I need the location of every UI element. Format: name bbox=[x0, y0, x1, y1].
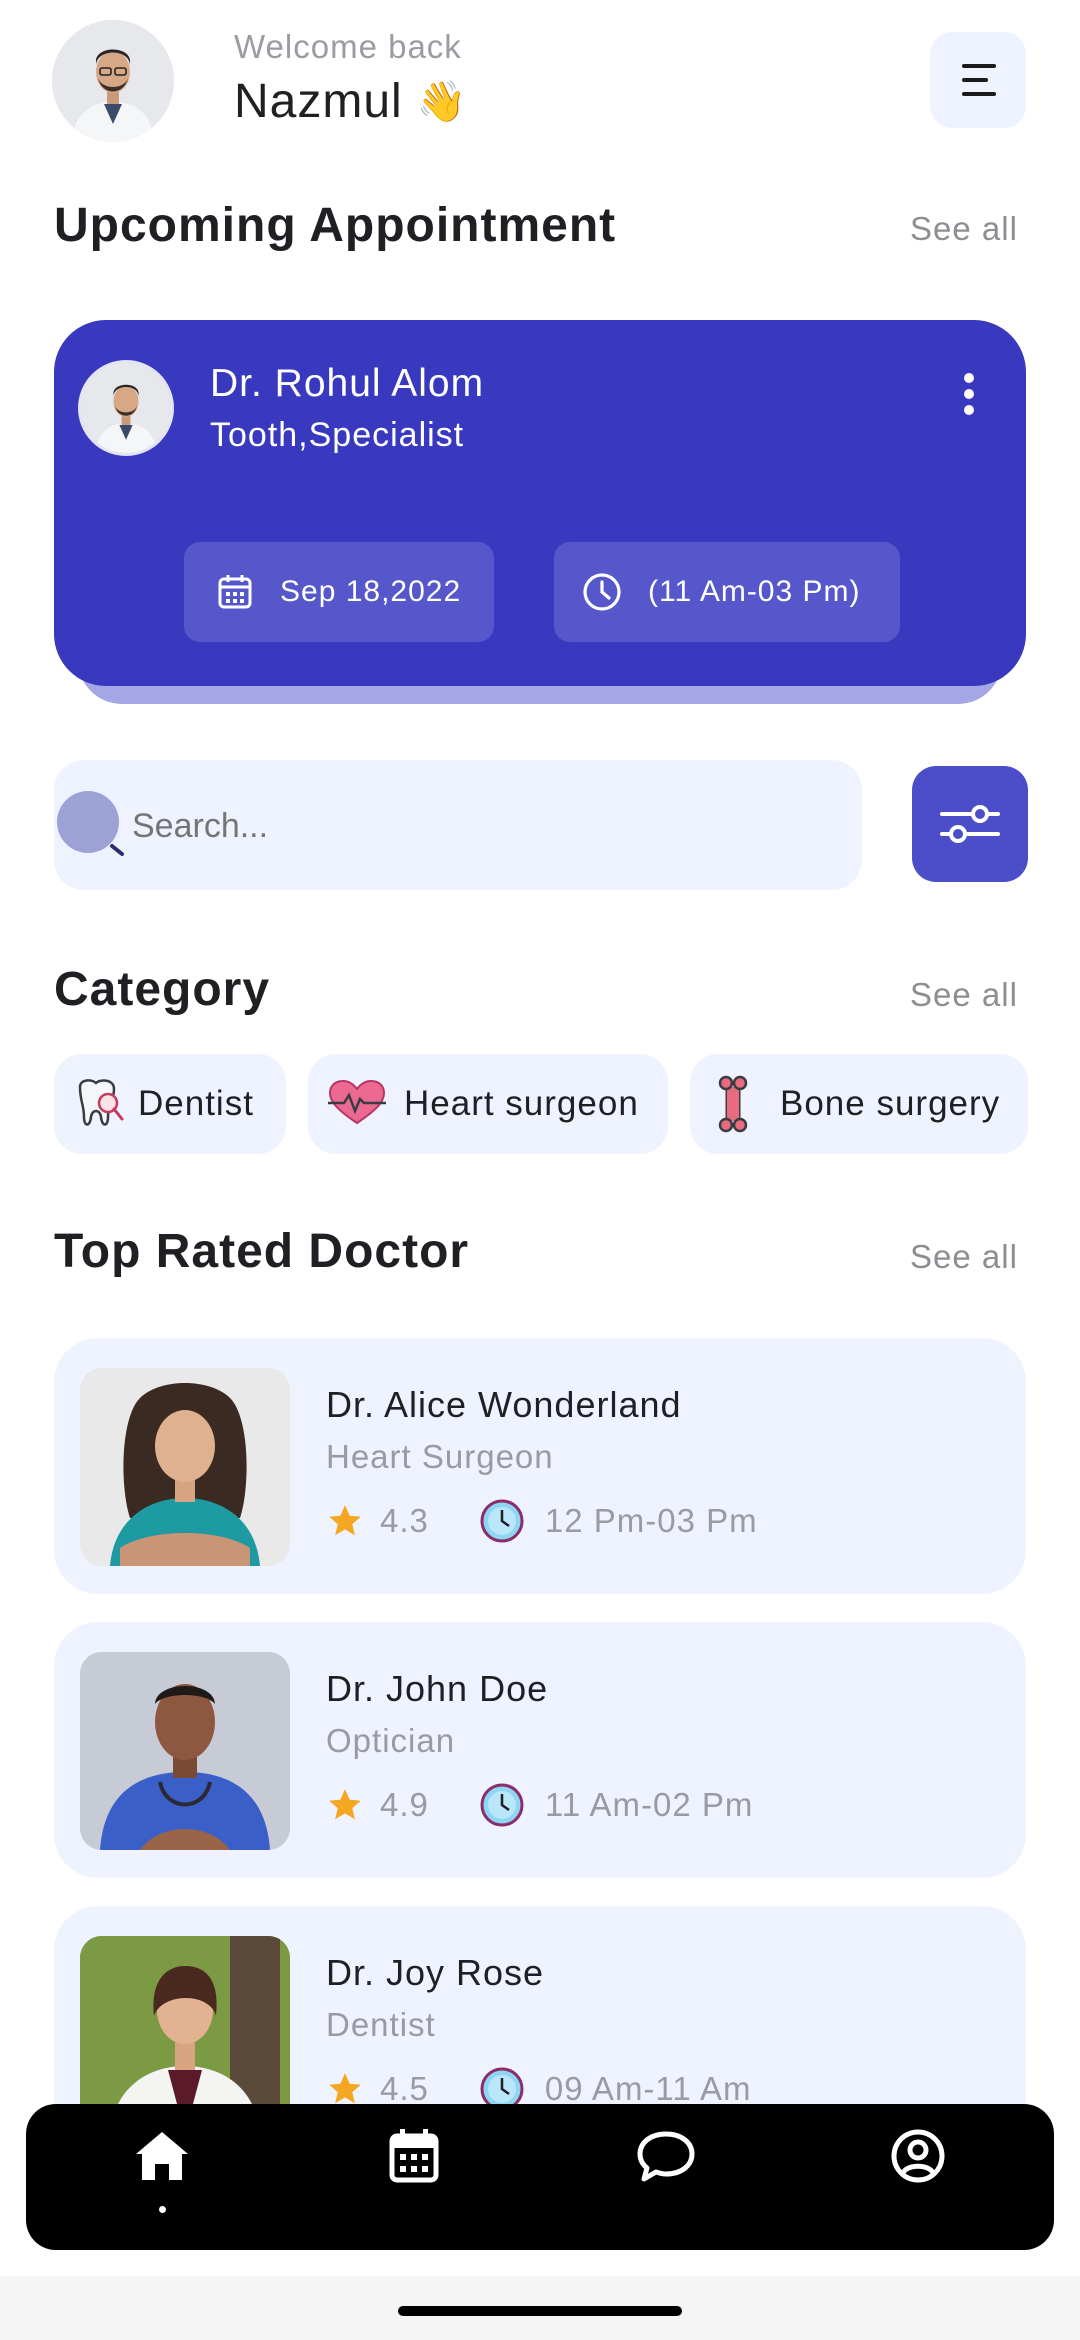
appointment-date-chip: Sep 18,2022 bbox=[184, 542, 494, 642]
chat-icon bbox=[637, 2131, 695, 2182]
doctor-specialty: Dentist bbox=[326, 2006, 436, 2043]
category-bone-surgery[interactable]: Bone surgery bbox=[690, 1054, 1028, 1154]
hamburger-menu-icon bbox=[962, 64, 996, 96]
appointment-doctor-avatar bbox=[78, 360, 174, 456]
doctor-specialty: Heart Surgeon bbox=[326, 1438, 554, 1475]
category-dentist-label: Dentist bbox=[138, 1084, 254, 1123]
clock-icon bbox=[583, 573, 621, 611]
category-title: Category bbox=[54, 963, 271, 1016]
active-indicator bbox=[159, 2206, 166, 2213]
star-icon bbox=[329, 1789, 361, 1820]
profile-icon bbox=[891, 2129, 945, 2183]
clock-colored-icon bbox=[480, 1783, 524, 1827]
category-heart-surgeon-label: Heart surgeon bbox=[404, 1084, 639, 1123]
doctor-name: Dr. Joy Rose bbox=[326, 1952, 545, 1993]
top-rated-title: Top Rated Doctor bbox=[54, 1225, 470, 1278]
filter-button[interactable] bbox=[912, 766, 1028, 882]
nav-profile[interactable] bbox=[878, 2126, 958, 2206]
doctor-card[interactable]: Dr. John Doe Optician 4.9 11 Am-02 Pm bbox=[54, 1622, 1026, 1878]
heart-pulse-icon bbox=[328, 1079, 386, 1125]
tooth-icon bbox=[78, 1079, 124, 1126]
calendar-icon bbox=[389, 2129, 439, 2183]
doctor-rating: 4.9 bbox=[380, 1786, 429, 1823]
user-avatar[interactable] bbox=[52, 20, 174, 142]
menu-button[interactable] bbox=[930, 32, 1026, 128]
star-icon bbox=[329, 1505, 361, 1536]
doctor-rating: 4.3 bbox=[380, 1502, 429, 1539]
top-rated-see-all-link[interactable]: See all bbox=[910, 1238, 1018, 1276]
upcoming-appointment-title: Upcoming Appointment bbox=[54, 199, 617, 252]
nav-home[interactable] bbox=[122, 2126, 202, 2216]
star-icon bbox=[329, 2073, 361, 2104]
appointment-time: (11 Am-03 Pm) bbox=[648, 575, 861, 608]
appointment-doctor-specialty: Tooth,Specialist bbox=[210, 416, 465, 454]
nav-calendar[interactable] bbox=[374, 2126, 454, 2206]
search-bar[interactable] bbox=[54, 760, 862, 890]
doctor-rating: 4.5 bbox=[380, 2070, 429, 2107]
category-heart-surgeon[interactable]: Heart surgeon bbox=[308, 1054, 668, 1154]
home-gesture-handle[interactable] bbox=[398, 2306, 682, 2316]
appointment-card[interactable]: Dr. Rohul Alom Tooth,Specialist Sep 18,2… bbox=[54, 320, 1026, 686]
clock-colored-icon bbox=[480, 1499, 524, 1543]
appointment-time-chip: (11 Am-03 Pm) bbox=[554, 542, 900, 642]
doctor-hours: 11 Am-02 Pm bbox=[544, 1786, 754, 1823]
filter-sliders-icon bbox=[940, 805, 1000, 843]
wave-hand-icon: 👋 bbox=[416, 80, 468, 124]
appointment-doctor-name: Dr. Rohul Alom bbox=[210, 362, 485, 405]
doctor-photo bbox=[80, 1652, 290, 1850]
nav-chat[interactable] bbox=[626, 2126, 706, 2206]
doctor-name: Dr. Alice Wonderland bbox=[326, 1384, 682, 1425]
bottom-navigation bbox=[26, 2104, 1054, 2250]
category-see-all-link[interactable]: See all bbox=[910, 976, 1018, 1014]
home-icon bbox=[136, 2132, 188, 2180]
doctor-specialty: Optician bbox=[326, 1722, 456, 1759]
bone-icon bbox=[718, 1075, 748, 1133]
doctor-meta: 4.3 12 Pm-03 Pm bbox=[326, 1498, 758, 1544]
category-bone-surgery-label: Bone surgery bbox=[780, 1084, 1001, 1123]
doctor-hours: 12 Pm-03 Pm bbox=[544, 1502, 758, 1539]
appointment-more-button[interactable] bbox=[954, 370, 984, 422]
search-input[interactable] bbox=[130, 790, 834, 862]
upcoming-see-all-link[interactable]: See all bbox=[910, 210, 1018, 248]
calendar-icon bbox=[218, 575, 252, 609]
doctor-photo bbox=[80, 1368, 290, 1566]
doctor-hours: 09 Am-11 Am bbox=[544, 2070, 752, 2107]
system-navigation-bar bbox=[0, 2276, 1080, 2340]
doctor-meta: 4.9 11 Am-02 Pm bbox=[326, 1782, 753, 1828]
appointment-date: Sep 18,2022 bbox=[280, 575, 462, 608]
doctor-name: Dr. John Doe bbox=[326, 1668, 549, 1709]
doctor-card[interactable]: Dr. Alice Wonderland Heart Surgeon 4.3 1… bbox=[54, 1338, 1026, 1594]
welcome-label: Welcome back bbox=[234, 28, 462, 65]
more-vertical-icon bbox=[964, 373, 974, 415]
search-icon bbox=[57, 791, 124, 856]
user-name-text: Nazmul bbox=[234, 75, 403, 128]
user-name: Nazmul 👋 bbox=[234, 74, 468, 129]
category-dentist[interactable]: Dentist bbox=[54, 1054, 286, 1154]
